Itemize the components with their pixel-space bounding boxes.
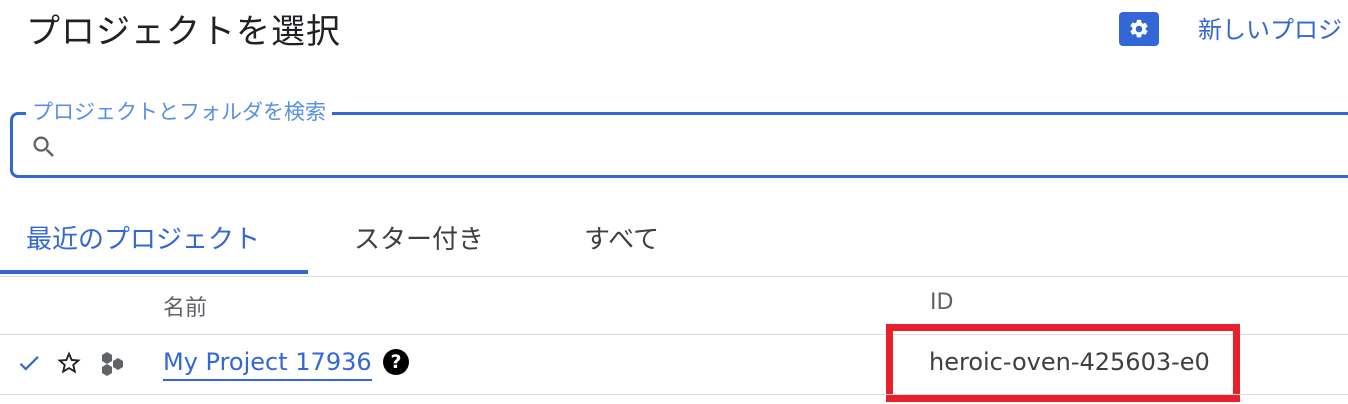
- project-picker-dialog: プロジェクトを選択 新しいプロジ プロジェクトとフォルダを検索 最近のプロジェク…: [0, 0, 1348, 404]
- tab-all[interactable]: すべて: [584, 212, 659, 274]
- new-project-link[interactable]: 新しいプロジ: [1198, 10, 1342, 45]
- dialog-title: プロジェクトを選択: [26, 12, 341, 52]
- tabs-divider: [0, 276, 1348, 277]
- search-input[interactable]: [72, 126, 1276, 168]
- search-label: プロジェクトとフォルダを検索: [26, 96, 332, 126]
- row-divider: [0, 394, 1348, 395]
- column-header-id[interactable]: ID: [930, 290, 953, 315]
- tab-starred[interactable]: スター付き: [354, 212, 484, 274]
- tab-bar: 最近のプロジェクト スター付き すべて: [0, 212, 1348, 276]
- search-icon: [33, 136, 54, 157]
- active-tab-indicator: [0, 270, 308, 274]
- manage-resources-button[interactable]: [1119, 12, 1159, 46]
- star-outline-icon[interactable]: [55, 349, 83, 377]
- project-name-link[interactable]: My Project 17936: [163, 348, 372, 381]
- check-icon: [19, 356, 39, 371]
- gear-icon: [1130, 19, 1148, 38]
- tab-recent-projects[interactable]: 最近のプロジェクト: [26, 212, 260, 274]
- highlight-box: [886, 324, 1240, 402]
- help-icon[interactable]: ?: [383, 349, 409, 375]
- project-hexagons-icon: [102, 352, 123, 376]
- column-header-name[interactable]: 名前: [163, 290, 207, 322]
